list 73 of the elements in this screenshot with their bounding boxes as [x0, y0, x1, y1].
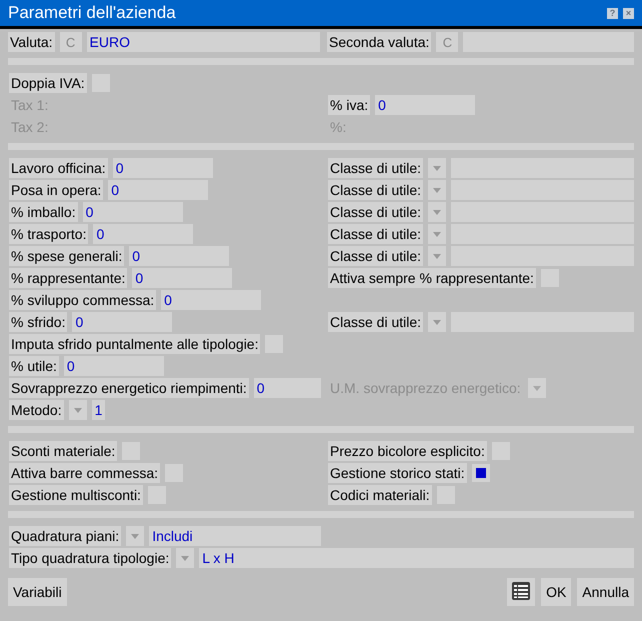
input-field[interactable]: 0: [72, 312, 172, 332]
field-label: Classe di utile:: [328, 312, 424, 332]
field-label: % iva:: [328, 95, 370, 115]
input-field[interactable]: EURO: [86, 32, 320, 52]
field-label: Classe di utile:: [328, 246, 424, 266]
input-field[interactable]: 0: [112, 158, 213, 178]
caret-icon: [74, 408, 82, 412]
dropdown-button[interactable]: [428, 202, 446, 222]
dropdown-button[interactable]: [428, 246, 446, 266]
dropdown-button[interactable]: [428, 224, 446, 244]
caret-icon: [433, 320, 442, 324]
dropdown-button[interactable]: [428, 158, 446, 178]
dialog-button[interactable]: Annulla: [577, 578, 634, 606]
input-field[interactable]: 0: [82, 202, 183, 222]
caret-icon: [433, 210, 442, 214]
dialog-button[interactable]: Variabili: [8, 578, 67, 606]
field-label: Sconti materiale:: [9, 441, 118, 461]
field-label: Metodo:: [9, 400, 64, 420]
window-title: Parametri dell'azienda: [8, 3, 177, 23]
field-label: Prezzo bicolore esplicito:: [328, 441, 487, 461]
field-label: % utile:: [9, 356, 59, 376]
field-label: % trasporto:: [9, 224, 88, 244]
input-field[interactable]: 0: [108, 180, 208, 200]
field-label: Seconda valuta:: [327, 32, 432, 52]
caret-icon: [131, 534, 140, 538]
dropdown-button[interactable]: [428, 312, 446, 332]
checkbox[interactable]: [472, 464, 490, 482]
caret-icon: [433, 254, 442, 258]
table-icon: [511, 580, 532, 600]
field-label: % sviluppo commessa:: [9, 290, 156, 310]
caret-icon: [532, 386, 541, 390]
field-label: %:: [329, 118, 348, 137]
input-field[interactable]: 0: [93, 224, 194, 244]
field-label: % sfrido:: [9, 312, 68, 332]
dropdown-field[interactable]: Includi: [149, 526, 321, 546]
caret-icon: [433, 166, 442, 170]
field-label: % imballo:: [9, 202, 78, 222]
field-label: Posa in opera:: [9, 180, 104, 200]
field-label: Gestione storico stati:: [328, 463, 467, 483]
input-field[interactable]: 0: [132, 268, 232, 288]
table-button[interactable]: [507, 578, 536, 606]
field-label: Quadratura piani:: [9, 526, 122, 546]
field-label: Gestione multisconti:: [9, 485, 143, 505]
field-label: Classe di utile:: [328, 180, 424, 200]
input-field[interactable]: 0: [129, 246, 230, 266]
field-label: Attiva sempre % rappresentante:: [328, 268, 536, 288]
dropdown-button[interactable]: [428, 180, 446, 200]
caret-icon: [433, 232, 442, 236]
field-label: Sovrapprezzo energetico riempimenti:: [9, 378, 249, 398]
field-label: % rappresentante:: [9, 268, 128, 288]
field-label: Valuta:: [8, 32, 55, 52]
field-label: Classe di utile:: [328, 158, 424, 178]
dropdown-button[interactable]: [68, 400, 87, 420]
dropdown-button[interactable]: [126, 526, 144, 546]
caret-icon: [181, 556, 190, 560]
input-field[interactable]: 0: [254, 378, 321, 398]
field-label: Attiva barre commessa:: [9, 463, 160, 483]
field-label: Doppia IVA:: [9, 73, 87, 93]
caret-icon: [433, 188, 442, 192]
field-label: Classe di utile:: [328, 224, 424, 244]
input-field[interactable]: 0: [64, 356, 164, 376]
input-field[interactable]: 0: [161, 290, 262, 310]
field-label: Classe di utile:: [328, 202, 424, 222]
field-label: % spese generali:: [9, 246, 124, 266]
field-label: Tipo quadratura tipologie:: [9, 548, 172, 568]
field-label: Codici materiali:: [328, 485, 432, 505]
field-label: Lavoro officina:: [9, 158, 108, 178]
field-label: Imputa sfrido puntalmente alle tipologie:: [9, 334, 260, 354]
dropdown-field[interactable]: L x H: [199, 548, 634, 568]
dialog-button[interactable]: OK: [541, 578, 572, 606]
input-field[interactable]: 0: [375, 95, 476, 115]
dropdown-field[interactable]: 1: [92, 400, 106, 420]
dropdown-button[interactable]: [176, 548, 194, 568]
